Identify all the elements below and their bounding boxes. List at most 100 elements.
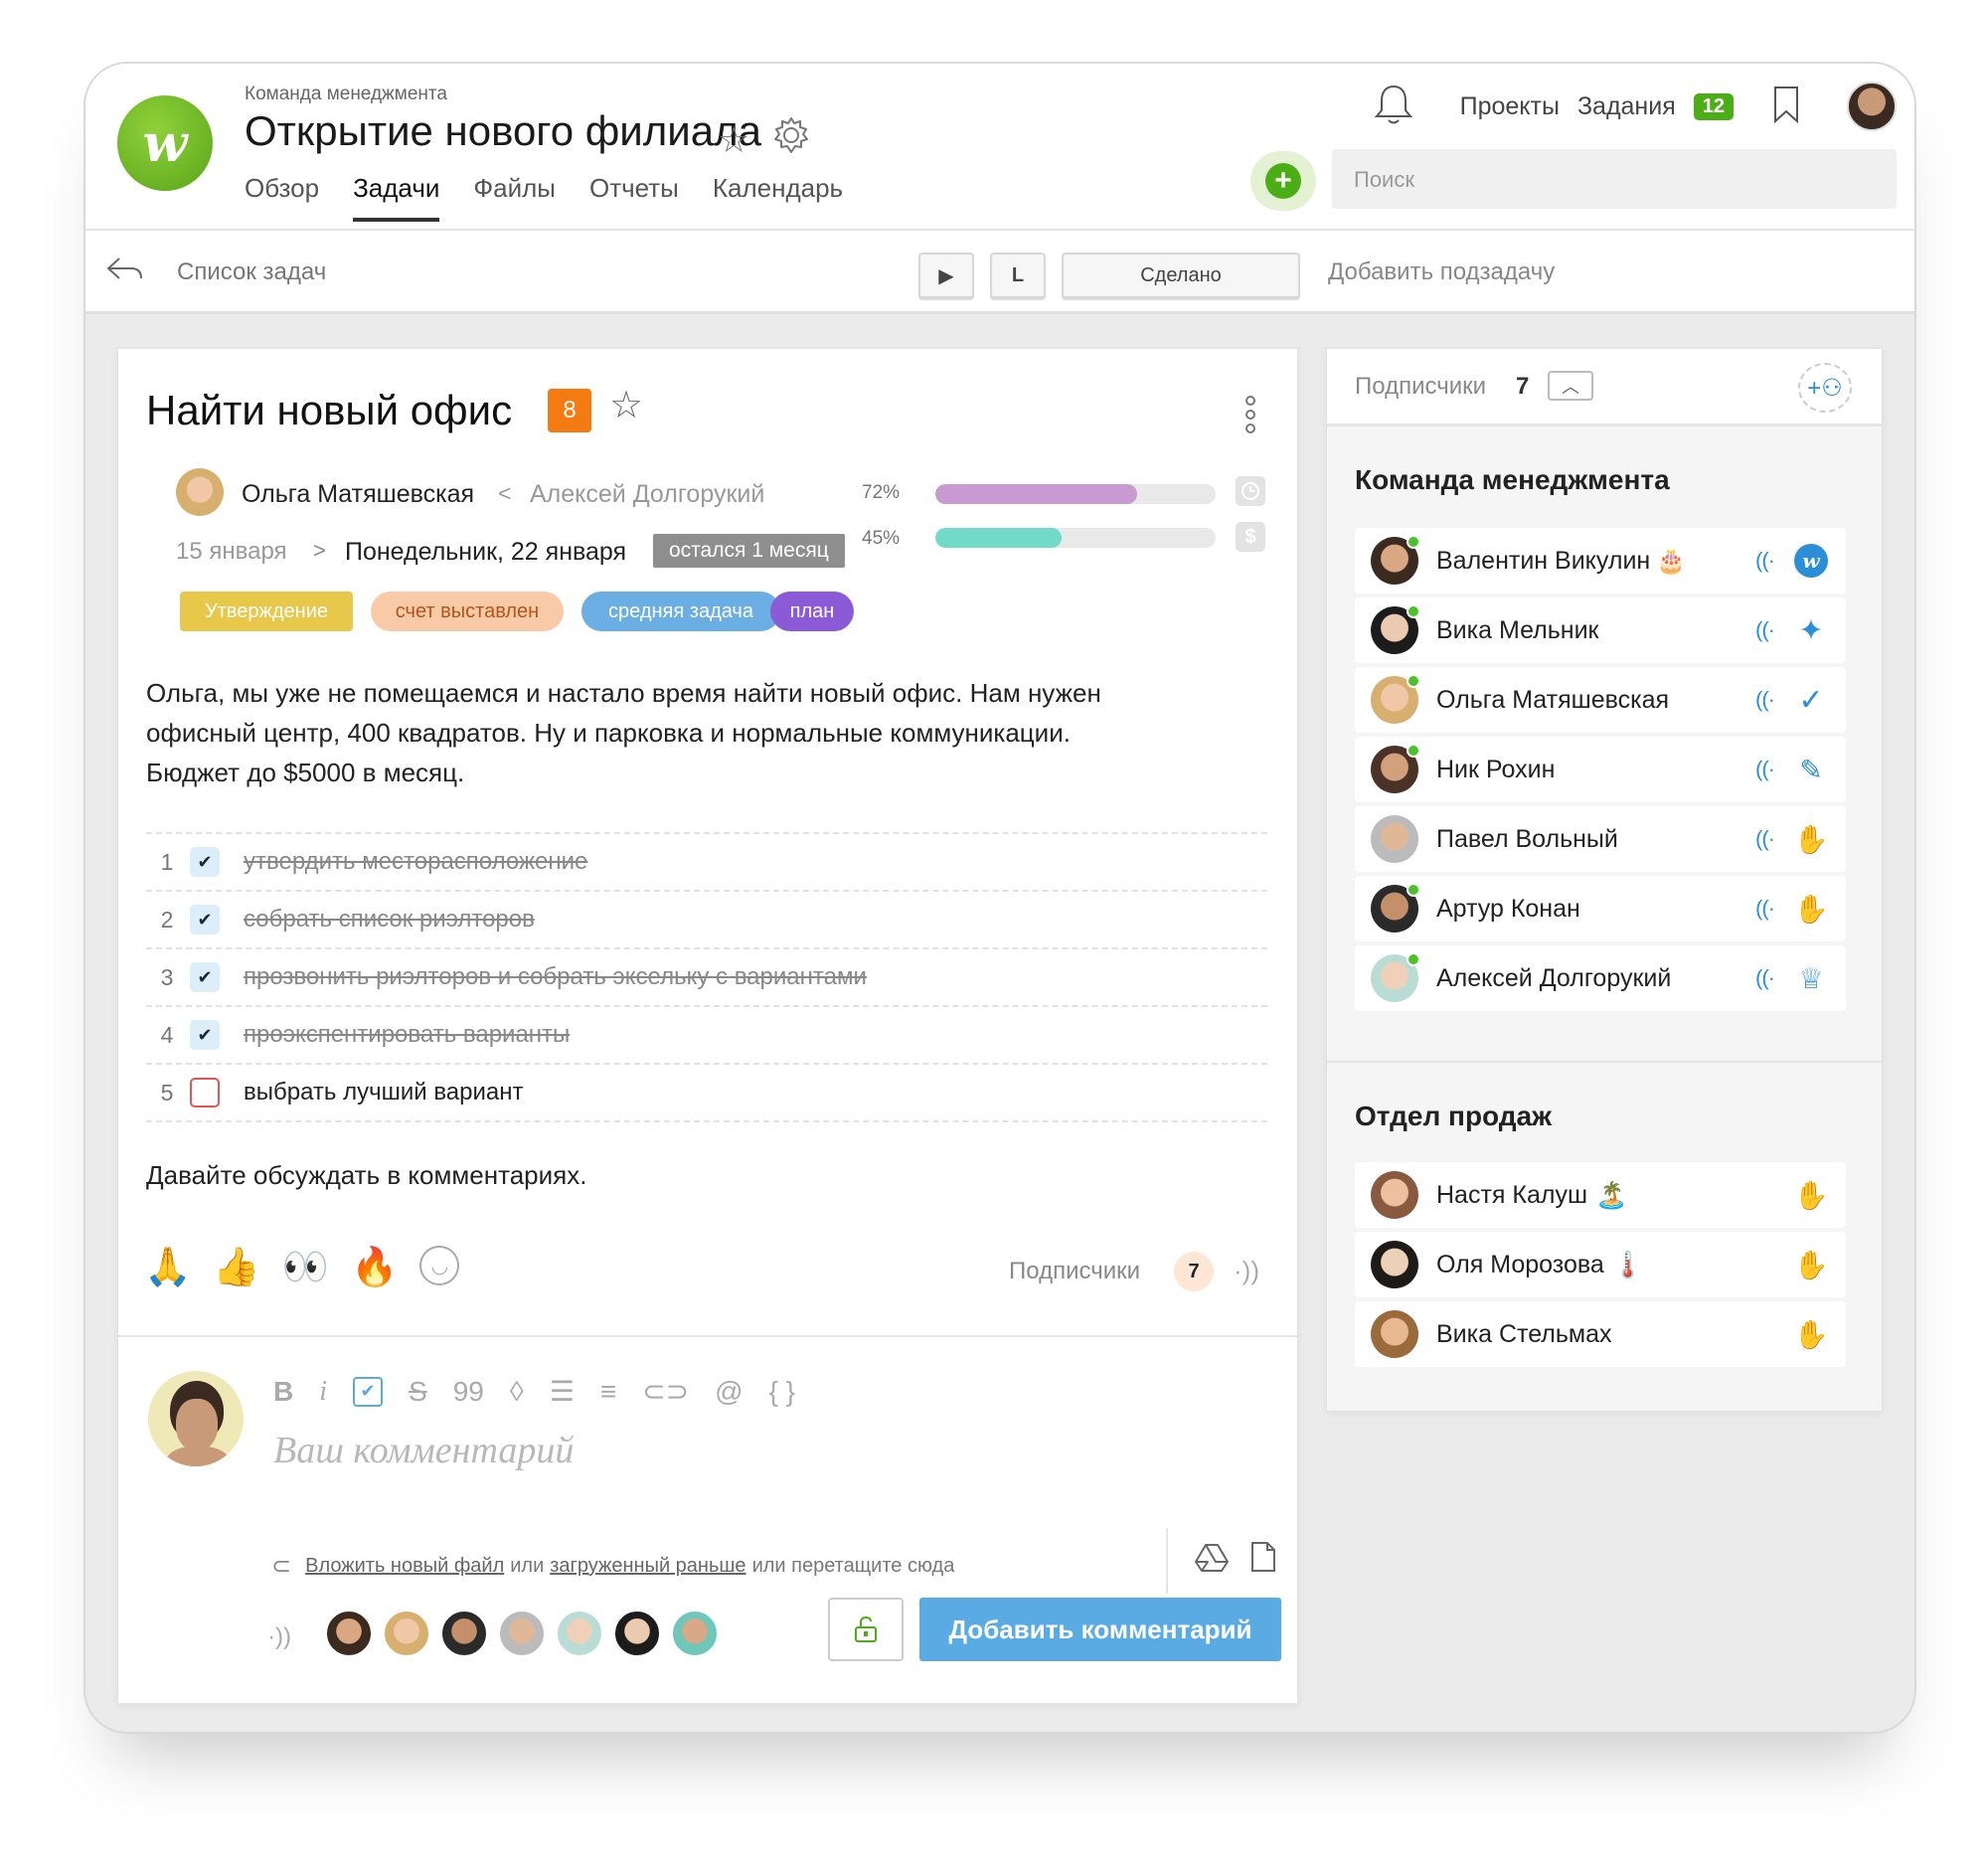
code-icon[interactable]: { } [769, 1376, 795, 1408]
breadcrumb[interactable]: Команда менеджмента [245, 84, 447, 105]
star-icon[interactable]: ☆ [718, 119, 749, 161]
mention-icon[interactable]: @ [715, 1376, 743, 1408]
assignee-name[interactable]: Ольга Матяшевская [242, 480, 474, 509]
notify-wave-icon[interactable]: ((· [1755, 548, 1775, 574]
user-avatar[interactable] [1847, 82, 1897, 131]
comment-input[interactable]: Ваш комментарий [273, 1429, 574, 1472]
avatar[interactable] [498, 1610, 546, 1657]
member-row[interactable]: Алексей Долгорукий ((· ♕ [1355, 945, 1846, 1011]
eyes-reaction-icon[interactable]: 👀 [282, 1246, 329, 1289]
avatar[interactable] [671, 1610, 719, 1657]
member-row[interactable]: Ник Рохин ((· ✎ [1355, 737, 1846, 802]
fire-reaction-icon[interactable]: 🔥 [351, 1246, 398, 1289]
color-drop-icon[interactable]: ◊ [510, 1376, 524, 1408]
hand-icon[interactable]: ✋ [1794, 1317, 1829, 1351]
checklist-text[interactable]: собрать список риэлторов [244, 906, 535, 934]
bold-icon[interactable]: B [273, 1376, 293, 1408]
tab-calendar[interactable]: Календарь [713, 173, 843, 222]
add-button[interactable]: + [1250, 151, 1316, 211]
task-star-icon[interactable]: ☆ [609, 383, 643, 427]
check-icon[interactable]: ✓ [1794, 683, 1828, 717]
checklist-text[interactable]: проэкспентировать варианты [244, 1021, 570, 1049]
checkbox-checked[interactable]: ✔ [190, 1020, 220, 1050]
member-row[interactable]: Павел Вольный ((· ✋ [1355, 806, 1846, 872]
tag-medium-task[interactable]: средняя задача [581, 592, 780, 631]
add-reaction-icon[interactable]: ◡ [419, 1246, 460, 1285]
clock-icon[interactable] [1236, 476, 1265, 506]
tab-reports[interactable]: Отчеты [589, 173, 679, 222]
checkbox-icon[interactable]: ✔ [353, 1376, 384, 1407]
tab-overview[interactable]: Обзор [245, 173, 319, 222]
attach-new-file-link[interactable]: Вложить новый файл [305, 1555, 504, 1578]
notify-icon[interactable]: ·)) [267, 1623, 291, 1651]
gear-icon[interactable] [771, 115, 811, 160]
date-to[interactable]: Понедельник, 22 января [345, 538, 626, 567]
numbered-list-icon[interactable]: ≡ [600, 1376, 616, 1408]
tag-approval[interactable]: Утверждение [180, 592, 353, 631]
subscribers-label[interactable]: Подписчики [1009, 1258, 1140, 1285]
checkbox-checked[interactable]: ✔ [190, 962, 220, 992]
avatar[interactable] [325, 1610, 373, 1657]
checkbox-checked[interactable]: ✔ [190, 905, 220, 934]
bell-icon[interactable] [1373, 83, 1414, 131]
add-subscriber-icon[interactable]: +⚇ [1798, 363, 1852, 413]
sparkle-icon[interactable]: ✦ [1794, 613, 1828, 647]
strikethrough-icon[interactable]: S [409, 1376, 427, 1408]
notify-wave-icon[interactable]: ((· [1755, 896, 1775, 922]
notify-wave-icon[interactable]: ((· [1755, 826, 1775, 852]
tab-tasks[interactable]: Задачи [353, 173, 440, 222]
nav-projects[interactable]: Проекты [1460, 92, 1560, 121]
hand-icon[interactable]: ✋ [1794, 892, 1829, 926]
tag-invoice[interactable]: счет выставлен [371, 592, 564, 631]
thumbs-up-reaction-icon[interactable]: 👍 [213, 1246, 259, 1289]
bullet-list-icon[interactable]: ☰ [550, 1375, 575, 1408]
quote-icon[interactable]: 99 [453, 1376, 484, 1408]
subscribers-count[interactable]: 7 [1174, 1252, 1214, 1291]
search-input[interactable]: Поиск [1332, 149, 1897, 209]
avatar[interactable] [440, 1610, 488, 1657]
bookmark-icon[interactable] [1771, 85, 1801, 129]
checklist-text[interactable]: выбрать лучший вариант [244, 1079, 524, 1106]
add-subtask-link[interactable]: Добавить подзадачу [1328, 258, 1555, 286]
collapse-chevron-up-icon[interactable]: ︿ [1548, 371, 1593, 401]
member-row[interactable]: Вика Мельник ((· ✦ [1355, 597, 1846, 663]
tag-plan[interactable]: план [770, 592, 854, 631]
avatar[interactable] [556, 1610, 603, 1657]
member-row[interactable]: Вика Стельмах ✋ [1355, 1301, 1846, 1367]
app-logo-icon[interactable]: w [1794, 544, 1828, 578]
broadcast-icon[interactable]: ·)) [1234, 1256, 1259, 1286]
link-icon[interactable]: ⊂⊃ [642, 1375, 689, 1408]
member-row[interactable]: Ольга Матяшевская ((· ✓ [1355, 667, 1846, 733]
play-button[interactable]: ▶ [918, 253, 974, 298]
checklist-text[interactable]: прозвонить риэлторов и собрать эксельку … [244, 963, 867, 991]
checkbox-checked[interactable]: ✔ [190, 847, 220, 877]
assigner-name[interactable]: Алексей Долгорукий [530, 480, 764, 509]
avatar[interactable] [383, 1610, 430, 1657]
checkbox-unchecked[interactable] [190, 1078, 220, 1107]
member-row[interactable]: Артур Конан ((· ✋ [1355, 876, 1846, 941]
crown-icon[interactable]: ♕ [1794, 961, 1828, 995]
notify-wave-icon[interactable]: ((· [1755, 617, 1775, 643]
member-row[interactable]: Настя Калуш 🏝️ ✋ [1355, 1162, 1846, 1228]
assignee-avatar[interactable] [176, 468, 224, 516]
italic-icon[interactable]: i [319, 1376, 327, 1408]
notify-wave-icon[interactable]: ((· [1755, 687, 1775, 713]
task-list-link[interactable]: Список задач [177, 258, 326, 286]
notify-wave-icon[interactable]: ((· [1755, 757, 1775, 782]
pray-reaction-icon[interactable]: 🙏 [144, 1246, 191, 1289]
document-icon[interactable] [1249, 1540, 1277, 1579]
paperclip-icon[interactable]: ⊂ [271, 1552, 291, 1581]
dollar-icon[interactable]: $ [1236, 522, 1265, 552]
member-row[interactable]: Оля Морозова 🌡️ ✋ [1355, 1232, 1846, 1297]
tab-files[interactable]: Файлы [473, 173, 556, 222]
nav-tasks[interactable]: Задания [1577, 92, 1676, 121]
priority-badge[interactable]: 8 [548, 389, 591, 432]
pen-icon[interactable]: ✎ [1794, 753, 1828, 786]
back-arrow-icon[interactable] [105, 255, 145, 289]
progress-time-bar[interactable] [935, 484, 1216, 504]
more-menu-icon[interactable] [1243, 393, 1257, 441]
hand-icon[interactable]: ✋ [1794, 1178, 1829, 1212]
hand-icon[interactable]: ✋ [1794, 822, 1829, 856]
app-logo[interactable]: w [117, 95, 213, 191]
add-comment-button[interactable]: Добавить комментарий [919, 1598, 1281, 1661]
